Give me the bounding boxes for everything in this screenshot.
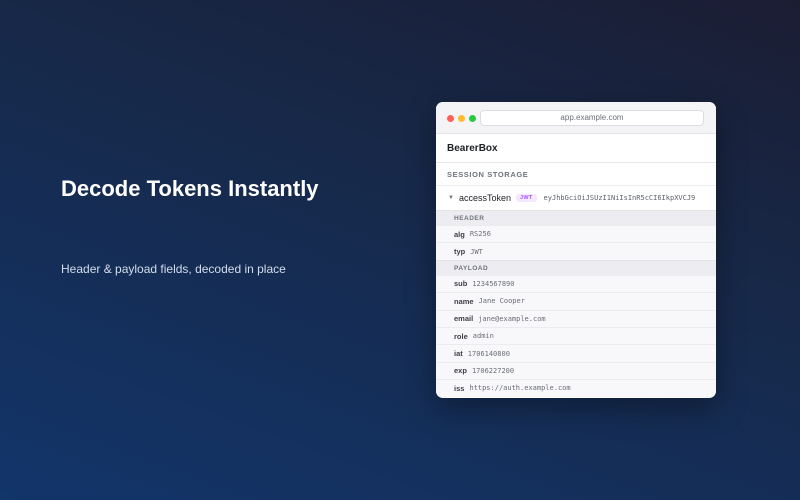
- field-key: sub: [454, 279, 468, 289]
- zoom-window-button[interactable]: [469, 115, 476, 122]
- minimize-window-button[interactable]: [458, 115, 465, 122]
- field-key: email: [454, 314, 474, 324]
- field-value: https://auth.example.com: [469, 384, 571, 393]
- payload-group-label: PAYLOAD: [436, 259, 716, 275]
- field-value: RS256: [469, 230, 491, 239]
- field-row: iat 1706140800: [436, 344, 716, 362]
- field-value: JWT: [470, 247, 483, 256]
- address-bar[interactable]: app.example.com: [480, 110, 704, 126]
- field-key: iss: [454, 383, 465, 393]
- app-title: BearerBox: [436, 134, 716, 163]
- token-row[interactable]: ▼ accessToken JWT eyJhbGciOiJSUzI1NiIsIn…: [436, 185, 716, 210]
- field-value: 1706227200: [471, 366, 515, 375]
- token-key: accessToken: [459, 193, 512, 203]
- field-row: name Jane Cooper: [436, 292, 716, 310]
- close-window-button[interactable]: [447, 115, 454, 122]
- field-key: typ: [454, 247, 466, 257]
- header-group-label: HEADER: [436, 210, 716, 225]
- field-row: sub 1234567890: [436, 274, 716, 293]
- field-value: Jane Cooper: [478, 297, 525, 306]
- field-row: role admin: [436, 326, 716, 345]
- field-row: typ JWT: [436, 242, 716, 260]
- field-value: 1234567890: [472, 279, 515, 288]
- field-value: jane@example.com: [478, 314, 546, 323]
- section-label: SESSION STORAGE: [447, 170, 529, 179]
- field-key: alg: [454, 229, 465, 239]
- field-key: exp: [454, 366, 467, 376]
- jwt-badge: JWT: [516, 194, 537, 202]
- title-bar: app.example.com: [436, 102, 716, 134]
- field-key: iat: [454, 349, 463, 359]
- browser-window: app.example.com BearerBox SESSION STORAG…: [436, 102, 716, 398]
- field-row: exp 1706227200: [436, 361, 716, 380]
- subline: Header & payload fields, decoded in plac…: [61, 262, 286, 276]
- field-row: iss https://auth.example.com: [436, 379, 716, 397]
- field-row: email jane@example.com: [436, 309, 716, 327]
- field-key: role: [454, 331, 468, 341]
- caret-down-icon[interactable]: ▼: [448, 195, 459, 201]
- token-value: eyJhbGciOiJSUzI1NiIsInR5cCI6IkpXVCJ9: [543, 194, 696, 202]
- field-value: admin: [472, 332, 494, 341]
- field-value: 1706140800: [467, 349, 510, 358]
- headline: Decode Tokens Instantly: [61, 176, 319, 201]
- field-row: alg RS256: [436, 225, 716, 243]
- field-key: name: [454, 296, 474, 306]
